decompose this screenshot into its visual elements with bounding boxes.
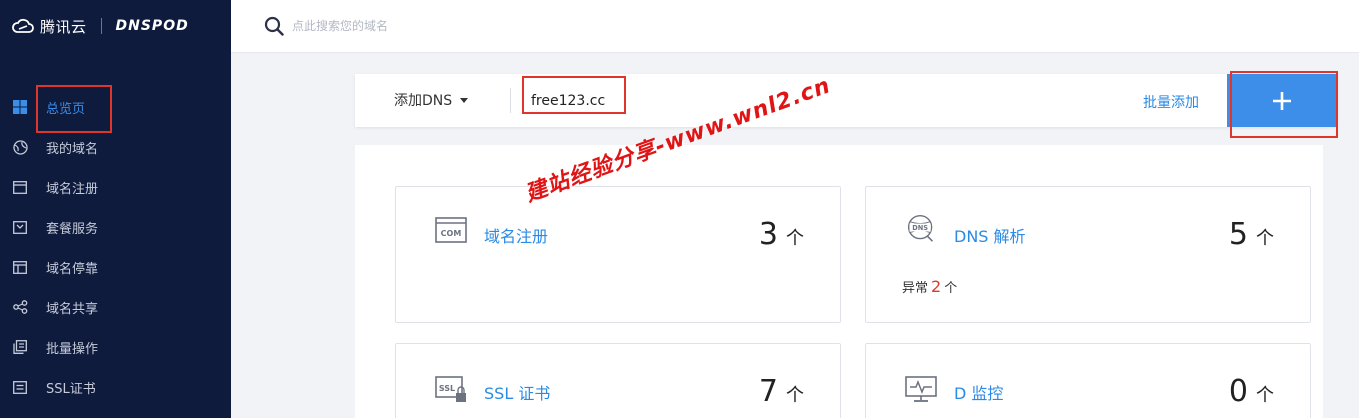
certificate-icon [12, 379, 28, 395]
card-dns: DNS DNS 解析 5 个 异常 2 个 [865, 186, 1311, 323]
count-number: 3 [758, 217, 778, 252]
abnormal-unit: 个 [944, 281, 958, 296]
share-icon [12, 299, 28, 315]
count-unit: 个 [1256, 385, 1274, 406]
sidebar-item-label: 域名停靠 [46, 261, 99, 277]
batch-add-link[interactable]: 批量添加 [1143, 92, 1199, 112]
brand-name: 腾讯云 [40, 17, 87, 36]
sidebar-item-label: 批量操作 [46, 341, 99, 357]
sidebar-item-overview[interactable]: 总览页 [0, 87, 231, 127]
card-domain-register: COM 域名注册 3 个 [395, 186, 841, 323]
card-title[interactable]: 域名注册 [484, 223, 548, 247]
cloud-logo-icon [12, 18, 34, 33]
count-unit: 个 [786, 385, 804, 406]
monitor-icon [905, 376, 937, 402]
package-icon [12, 219, 28, 235]
brand-logo[interactable]: 腾讯云 DNSPOD [12, 12, 189, 40]
domain-input[interactable] [531, 90, 931, 112]
add-button[interactable] [1227, 74, 1337, 127]
sidebar-item-domain-register[interactable]: 域名注册 [0, 167, 231, 207]
svg-text:DNS: DNS [912, 224, 928, 232]
sidebar-item-my-domains[interactable]: 我的域名 [0, 127, 231, 167]
com-icon: COM [435, 217, 467, 243]
abnormal-number: 2 [931, 277, 942, 296]
sidebar-item-label: 域名共享 [46, 301, 99, 317]
card-count: 7 个 [759, 374, 804, 409]
ssl-lock-icon: SSL [435, 376, 466, 402]
plus-icon [1273, 91, 1291, 110]
add-type-dropdown[interactable]: 添加DNS [394, 90, 469, 110]
svg-text:COM: COM [441, 229, 462, 238]
brand-divider [100, 18, 102, 34]
top-bar [231, 0, 1359, 53]
count-number: 5 [1228, 217, 1248, 252]
sidebar: 腾讯云 DNSPOD 总览页 我的域名 域名注册 套餐服务 域名停靠 域名共享 … [0, 0, 231, 418]
search-input[interactable] [292, 14, 692, 38]
card-title[interactable]: SSL 证书 [484, 380, 550, 404]
count-unit: 个 [786, 228, 804, 249]
overview-panel: COM 域名注册 3 个 DNS DNS 解析 5 个 异常 2 个 SSL S… [355, 145, 1323, 418]
count-number: 7 [758, 374, 778, 409]
brand-product: DNSPOD [115, 18, 189, 34]
card-ssl: SSL SSL 证书 7 个 [395, 343, 841, 418]
card-count: 0 个 [1229, 374, 1274, 409]
sidebar-item-package[interactable]: 套餐服务 [0, 207, 231, 247]
grid-icon [12, 99, 28, 115]
add-type-label: 添加DNS [394, 93, 453, 109]
copy-icon [12, 339, 28, 355]
layout-icon [12, 259, 28, 275]
card-count: 5 个 [1229, 217, 1274, 252]
sidebar-nav: 总览页 我的域名 域名注册 套餐服务 域名停靠 域名共享 批量操作 SSL证书 [0, 87, 231, 407]
abnormal-count[interactable]: 异常 2 个 [902, 277, 957, 296]
card-title[interactable]: D 监控 [954, 380, 1003, 404]
browser-icon [12, 179, 28, 195]
sidebar-item-ssl[interactable]: SSL证书 [0, 367, 231, 407]
sidebar-item-label: 我的域名 [46, 141, 99, 157]
globe-icon [12, 139, 28, 155]
svg-text:SSL: SSL [439, 384, 455, 393]
sidebar-item-label: 域名注册 [46, 181, 99, 197]
add-domain-bar: 添加DNS 批量添加 [355, 74, 1337, 127]
sidebar-item-label: SSL证书 [46, 381, 96, 397]
divider [510, 88, 511, 113]
count-number: 0 [1228, 374, 1248, 409]
caret-down-icon [460, 97, 469, 103]
sidebar-item-label: 套餐服务 [46, 221, 99, 237]
sidebar-item-label: 总览页 [46, 101, 86, 117]
search-icon[interactable] [264, 16, 284, 36]
card-monitor: D 监控 0 个 [865, 343, 1311, 418]
card-title[interactable]: DNS 解析 [954, 223, 1026, 247]
count-unit: 个 [1256, 228, 1274, 249]
card-count: 3 个 [759, 217, 804, 252]
abnormal-label: 异常 [902, 281, 929, 296]
sidebar-item-share[interactable]: 域名共享 [0, 287, 231, 327]
sidebar-item-batch[interactable]: 批量操作 [0, 327, 231, 367]
sidebar-item-parking[interactable]: 域名停靠 [0, 247, 231, 287]
dns-globe-icon: DNS [907, 214, 934, 242]
